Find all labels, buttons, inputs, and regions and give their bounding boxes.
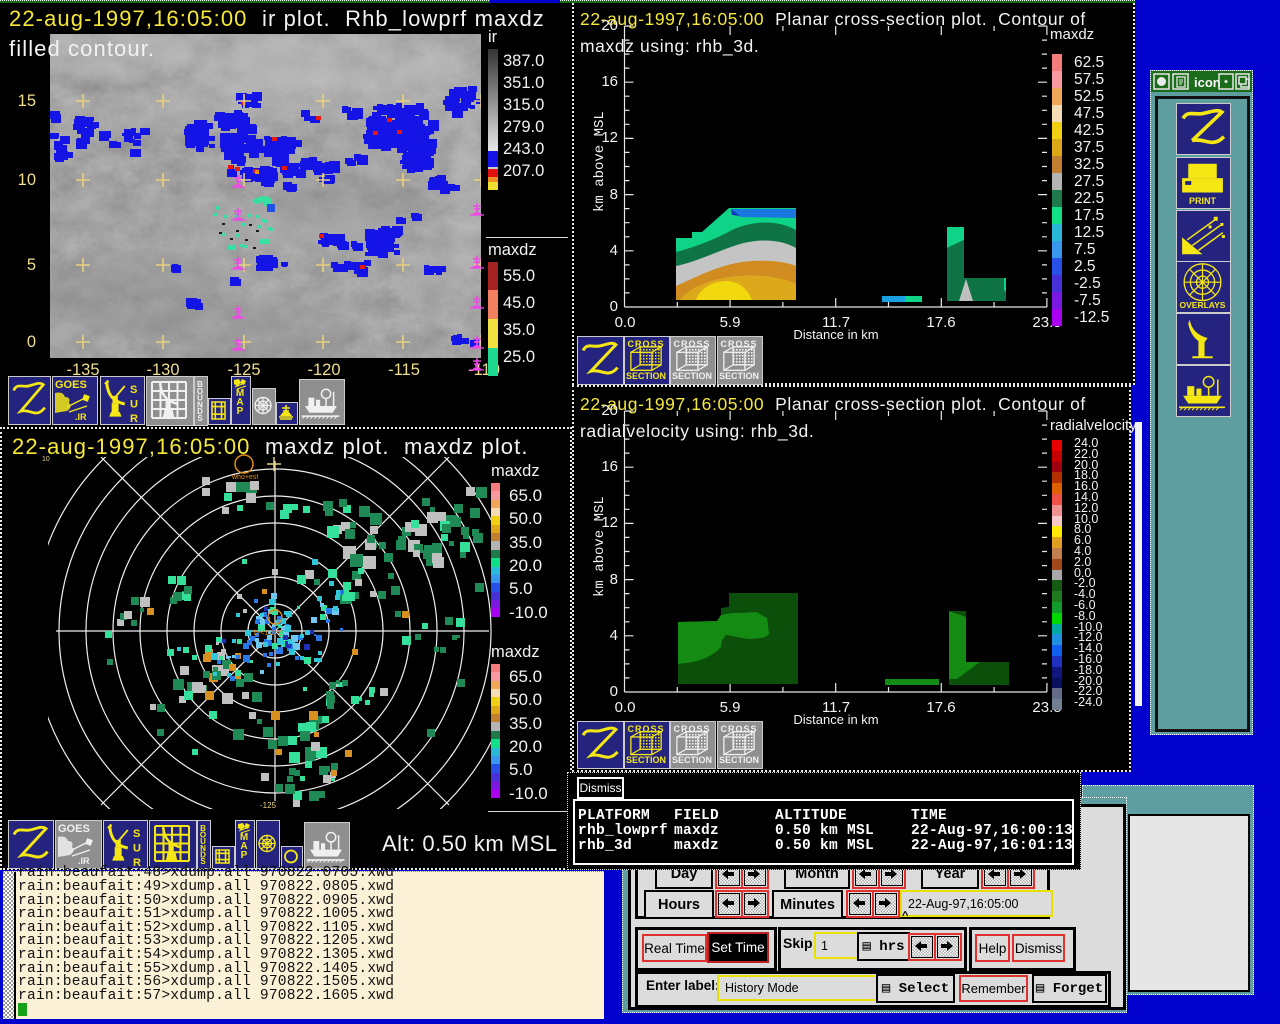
svg-text:P: P — [241, 850, 248, 861]
svg-text:who+est: who+est — [231, 474, 258, 481]
svg-text:SECTION: SECTION — [626, 371, 666, 381]
svg-text:GOES: GOES — [58, 823, 90, 835]
svg-text:SECTION: SECTION — [719, 371, 759, 381]
svg-text:b-<125-6: b-<125-6 — [254, 630, 282, 637]
svg-text:OVERLAYS: OVERLAYS — [1180, 300, 1226, 310]
svg-text:SECTION: SECTION — [626, 755, 666, 765]
svg-text:R: R — [130, 413, 138, 422]
svg-text:U: U — [130, 399, 138, 411]
svg-text:PRINT: PRINT — [1189, 196, 1217, 206]
svg-text:SECTION: SECTION — [719, 755, 759, 765]
svg-text:.IR: .IR — [75, 412, 87, 422]
svg-text:SECTION: SECTION — [672, 371, 712, 381]
svg-text:U: U — [133, 843, 141, 855]
svg-text:SECTION: SECTION — [672, 755, 712, 765]
svg-text:S: S — [133, 828, 140, 840]
svg-text:-125: -125 — [260, 801, 277, 810]
svg-text:S: S — [130, 384, 137, 396]
svg-text:P: P — [237, 406, 244, 417]
svg-text:icon: icon — [1194, 75, 1221, 90]
svg-text:S: S — [197, 414, 203, 423]
svg-text:10: 10 — [42, 456, 50, 463]
svg-text:GOES: GOES — [55, 379, 87, 391]
